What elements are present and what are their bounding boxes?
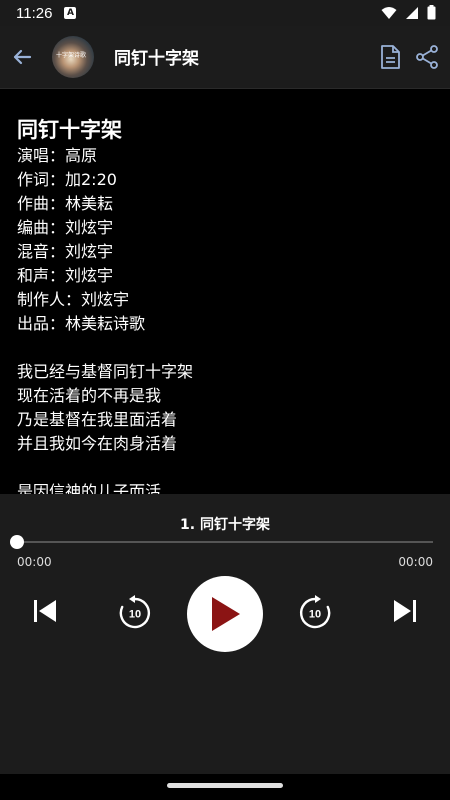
lyrics-title: 同钉十字架	[17, 118, 122, 142]
share-icon[interactable]	[414, 44, 440, 70]
signal-icon	[406, 6, 418, 19]
rewind-seconds: 10	[129, 609, 141, 621]
elapsed-time: 00:00	[17, 555, 52, 569]
credit-line: 作词：加2:20	[17, 170, 117, 189]
play-icon	[212, 597, 240, 631]
player-panel: 1. 同钉十字架 00:00 00:00 10 10	[0, 494, 450, 774]
status-bar: 11:26 A	[0, 0, 450, 26]
app-bar: 十字架诗歌 同钉十字架	[0, 26, 450, 89]
skip-previous-icon[interactable]	[30, 596, 60, 626]
credit-line: 和声：刘炫宇	[17, 266, 114, 285]
forward-seconds: 10	[309, 609, 321, 621]
lyric-spacer	[17, 456, 437, 480]
credit-line: 出品：林美耘诗歌	[17, 314, 146, 333]
seek-thumb[interactable]	[10, 535, 24, 549]
cover-text: 十字架诗歌	[56, 52, 87, 59]
skip-next-icon[interactable]	[390, 596, 420, 626]
credit-line: 作曲：林美耘	[17, 194, 114, 213]
seek-bar[interactable]	[17, 541, 433, 543]
page-title: 同钉十字架	[114, 49, 199, 69]
album-cover: 十字架诗歌	[52, 36, 94, 78]
lyric-line: 我已经与基督同钉十字架	[17, 362, 194, 381]
system-nav-bar	[0, 774, 450, 800]
lyric-line: 是因信神的儿子而活	[17, 482, 162, 494]
credit-line: 制作人：刘炫宇	[17, 290, 130, 309]
lyric-spacer	[17, 336, 437, 360]
play-button[interactable]	[187, 576, 263, 652]
battery-icon	[427, 5, 436, 20]
status-time: 11:26	[16, 4, 53, 22]
status-icons	[381, 5, 436, 20]
credit-line: 编曲：刘炫宇	[17, 218, 114, 237]
lyrics-document-icon[interactable]	[378, 44, 402, 70]
lyric-line: 乃是基督在我里面活着	[17, 410, 178, 429]
lyric-line: 现在活着的不再是我	[17, 386, 162, 405]
rewind-10-icon[interactable]: 10	[116, 594, 154, 632]
back-arrow-icon[interactable]	[8, 43, 36, 71]
lyrics-view[interactable]: 同钉十字架 演唱：高原 作词：加2:20 作曲：林美耘 编曲：刘炫宇 混音：刘炫…	[17, 116, 437, 494]
track-title: 1. 同钉十字架	[180, 517, 270, 533]
lyric-line: 并且我如今在肉身活着	[17, 434, 178, 453]
credit-line: 演唱：高原	[17, 146, 98, 165]
home-gesture-pill[interactable]	[167, 783, 283, 788]
notification-icon: A	[64, 7, 77, 19]
forward-10-icon[interactable]: 10	[296, 594, 334, 632]
wifi-icon	[381, 6, 397, 19]
credit-line: 混音：刘炫宇	[17, 242, 114, 261]
total-time: 00:00	[398, 555, 433, 569]
